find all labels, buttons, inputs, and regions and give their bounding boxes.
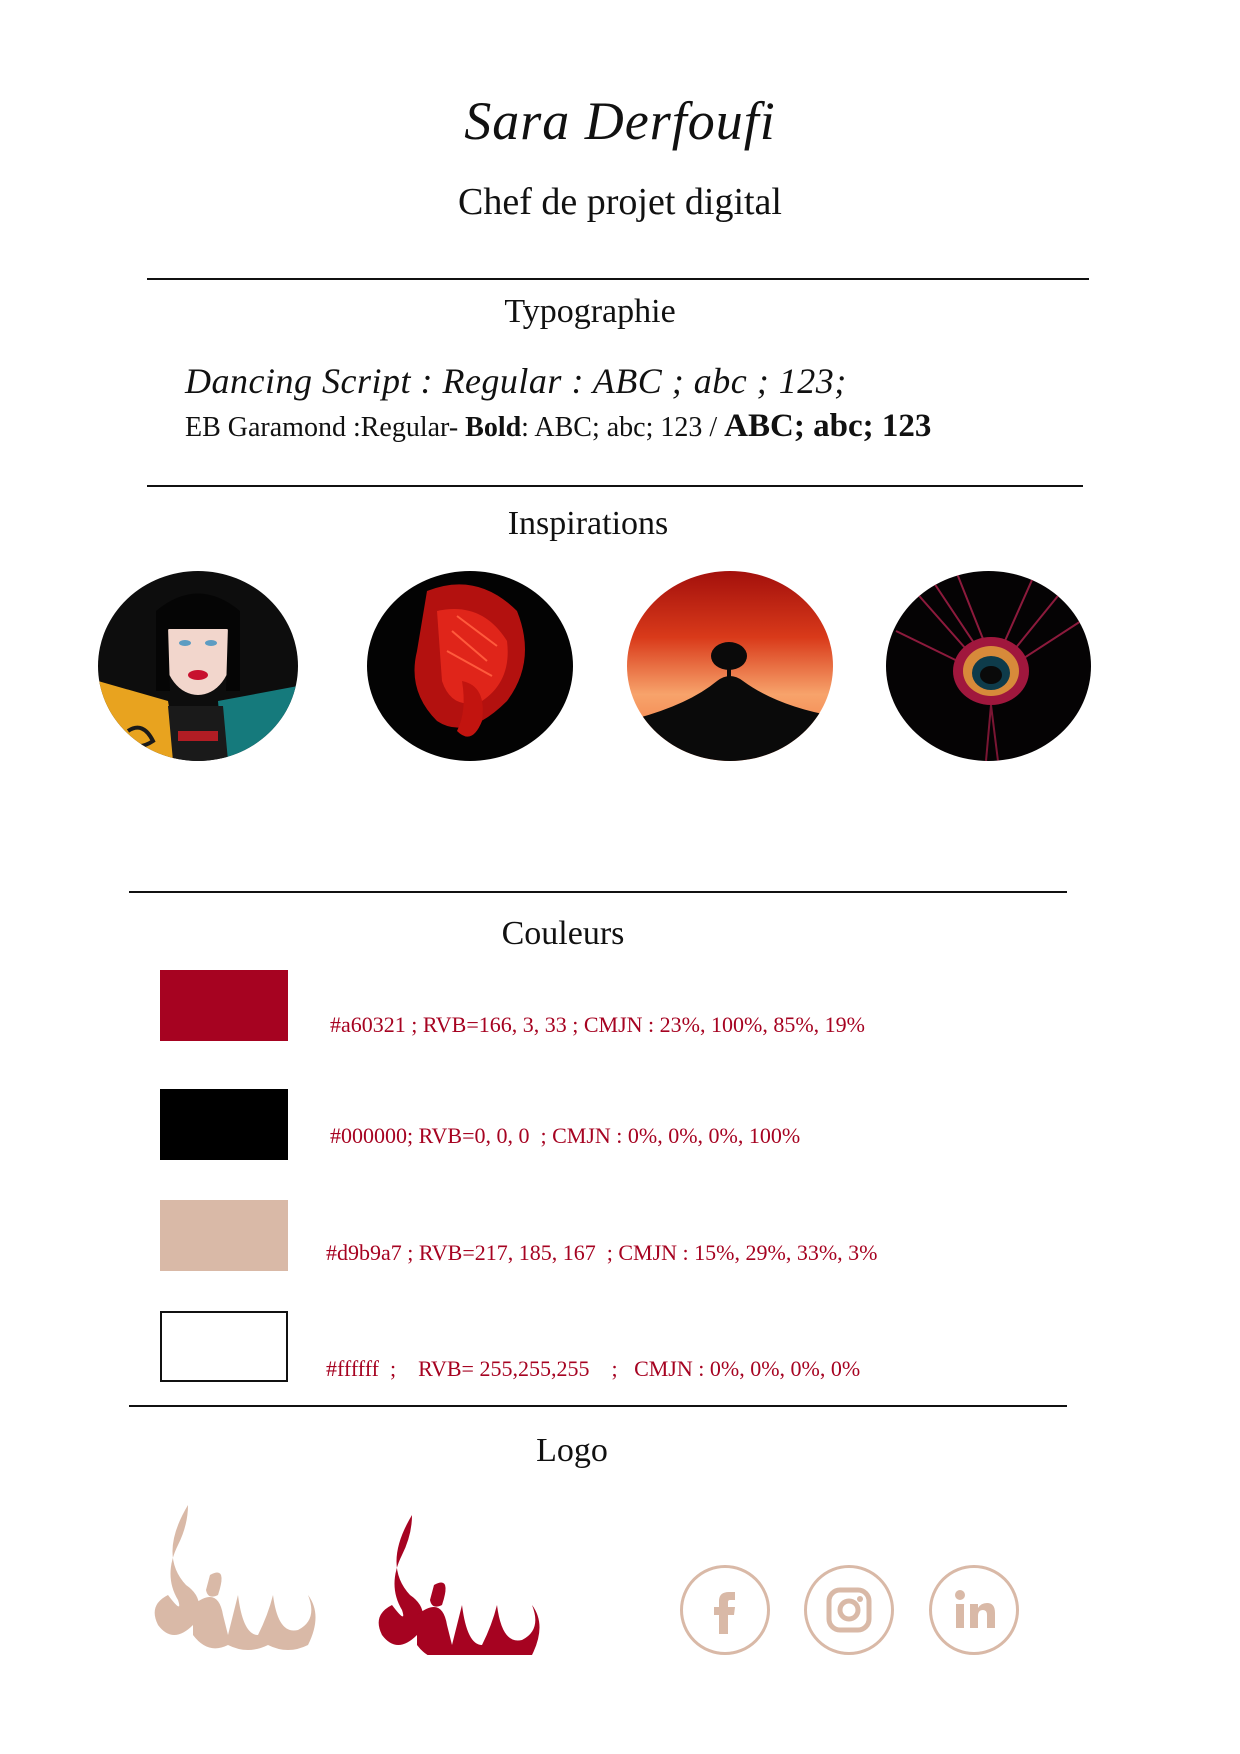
color-swatch-black xyxy=(160,1089,288,1160)
typography-heading: Typographie xyxy=(504,293,676,330)
inspirations-heading: Inspirations xyxy=(507,505,669,542)
instagram-icon[interactable] xyxy=(804,1565,894,1655)
person-name: Sara Derfoufi xyxy=(464,91,776,151)
sunset-tree-image xyxy=(627,571,833,761)
color-swatch-beige xyxy=(160,1200,288,1271)
divider xyxy=(147,278,1089,280)
script-font-sample: Dancing Script : Regular : ABC ; abc ; 1… xyxy=(185,361,847,401)
color-label-beige: #d9b9a7 ; RVB=217, 185, 167 ; CMJN : 15%… xyxy=(326,1240,878,1265)
flame-logo-icon xyxy=(148,1505,318,1660)
divider xyxy=(129,891,1067,893)
colors-heading: Couleurs xyxy=(501,915,625,952)
divider xyxy=(147,485,1083,487)
person-role: Chef de projet digital xyxy=(458,181,782,223)
flame-logo-icon xyxy=(372,1515,542,1660)
garamond-font-sample: EB Garamond :Regular- Bold: ABC; abc; 12… xyxy=(185,408,931,445)
divider xyxy=(129,1405,1067,1407)
garamond-bold-word: Bold xyxy=(465,412,522,443)
logo-heading: Logo xyxy=(536,1432,608,1469)
color-label-black: #000000; RVB=0, 0, 0 ; CMJN : 0%, 0%, 0%… xyxy=(330,1123,801,1148)
garamond-bold-sample: ABC; abc; 123 xyxy=(724,408,932,444)
garamond-middle: : ABC; abc; 123 / xyxy=(521,412,725,443)
woman-portrait-image xyxy=(98,571,298,761)
peacock-feather-image xyxy=(886,571,1091,761)
color-swatch-white xyxy=(160,1311,288,1382)
red-betta-fish-image xyxy=(367,571,573,761)
facebook-icon[interactable] xyxy=(680,1565,770,1655)
color-label-white: #ffffff ; RVB= 255,255,255 ; CMJN : 0%, … xyxy=(326,1356,861,1381)
color-swatch-red xyxy=(160,970,288,1041)
garamond-prefix: EB Garamond :Regular- xyxy=(185,412,466,443)
linkedin-icon[interactable] xyxy=(929,1565,1019,1655)
color-label-red: #a60321 ; RVB=166, 3, 33 ; CMJN : 23%, 1… xyxy=(330,1012,865,1037)
